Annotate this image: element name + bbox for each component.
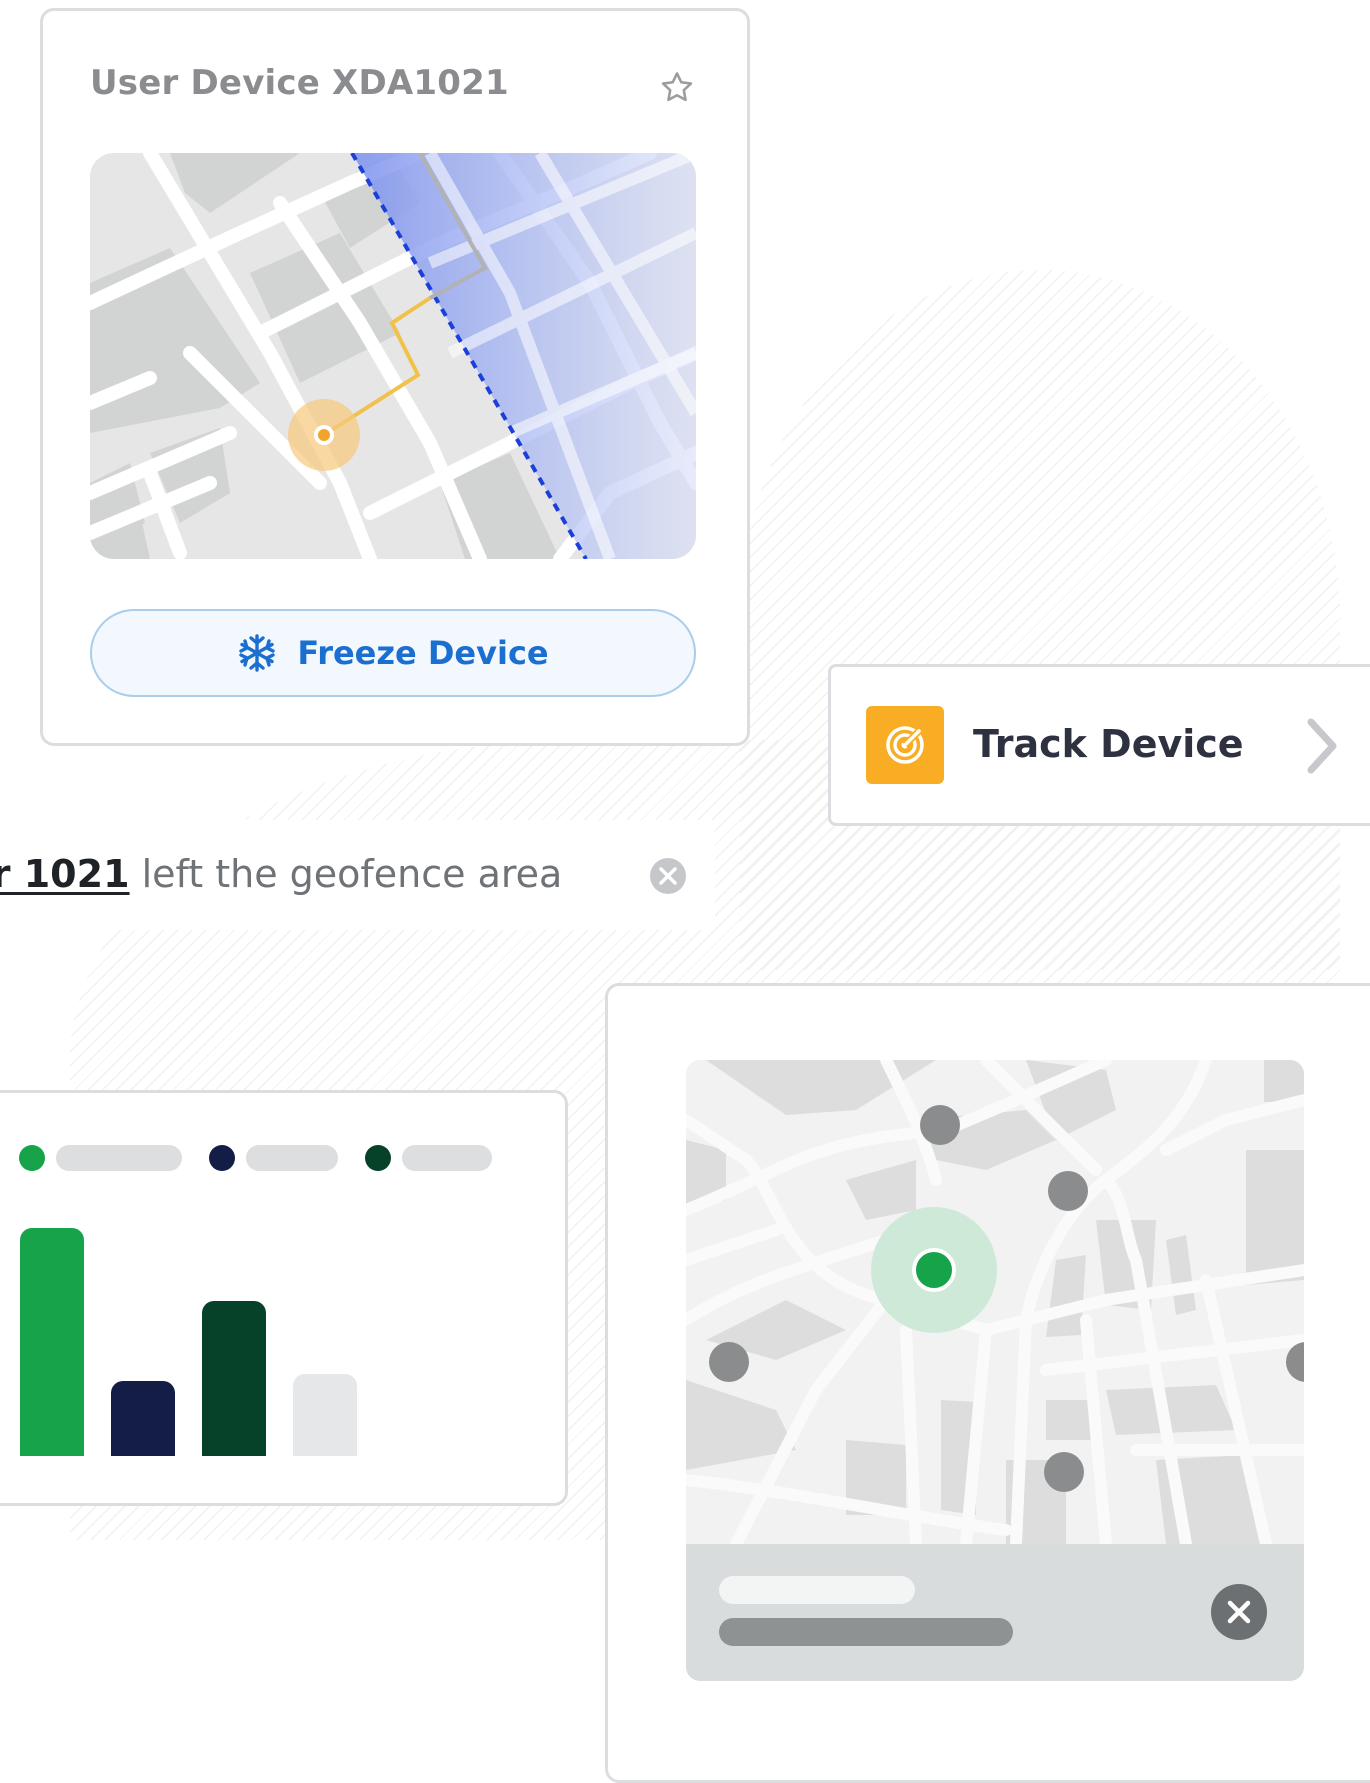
location-map[interactable] bbox=[686, 1060, 1304, 1544]
close-icon bbox=[1227, 1600, 1251, 1624]
legend-dot bbox=[19, 1145, 45, 1171]
map-marker[interactable] bbox=[920, 1105, 960, 1145]
freeze-device-label: Freeze Device bbox=[297, 634, 549, 672]
location-map-svg bbox=[686, 1060, 1304, 1544]
device-card: User Device XDA1021 Freeze Device bbox=[40, 8, 750, 746]
chart-card bbox=[0, 1090, 568, 1506]
toast-close-button[interactable] bbox=[1211, 1584, 1267, 1640]
geofence-notification: er 1021 left the geofence area bbox=[0, 820, 715, 930]
geofence-map[interactable] bbox=[90, 153, 696, 559]
chart-bar bbox=[20, 1228, 84, 1456]
user-link[interactable]: er 1021 bbox=[0, 852, 130, 896]
target-icon-badge bbox=[866, 706, 944, 784]
toast-subtitle-placeholder bbox=[719, 1618, 1013, 1646]
legend-dot bbox=[209, 1145, 235, 1171]
notification-message: left the geofence area bbox=[129, 852, 563, 896]
close-circle-icon[interactable] bbox=[648, 856, 688, 896]
chart-bar bbox=[293, 1374, 357, 1456]
map-marker[interactable] bbox=[1048, 1171, 1088, 1211]
geofence-map-svg bbox=[90, 153, 696, 559]
track-device-label: Track Device bbox=[973, 722, 1244, 766]
device-title: User Device XDA1021 bbox=[90, 63, 509, 103]
toast-title-placeholder bbox=[719, 1576, 915, 1604]
chevron-right-icon bbox=[1307, 718, 1337, 774]
legend-label-placeholder bbox=[56, 1145, 182, 1171]
map-card bbox=[605, 983, 1370, 1783]
chart-bar bbox=[111, 1381, 175, 1456]
notification-text: er 1021 left the geofence area bbox=[0, 852, 562, 896]
legend-dot bbox=[365, 1145, 391, 1171]
star-outline-icon[interactable] bbox=[658, 69, 696, 107]
target-icon bbox=[886, 726, 924, 764]
track-device-card[interactable]: Track Device bbox=[828, 664, 1370, 826]
legend-label-placeholder bbox=[246, 1145, 338, 1171]
legend-label-placeholder bbox=[402, 1145, 492, 1171]
map-marker[interactable] bbox=[1044, 1452, 1084, 1492]
snowflake-icon bbox=[239, 634, 276, 672]
freeze-device-button[interactable]: Freeze Device bbox=[90, 609, 696, 697]
chart-bar bbox=[202, 1301, 266, 1456]
active-location-marker[interactable] bbox=[912, 1248, 956, 1292]
map-marker[interactable] bbox=[709, 1342, 749, 1382]
map-toast bbox=[686, 1544, 1304, 1681]
